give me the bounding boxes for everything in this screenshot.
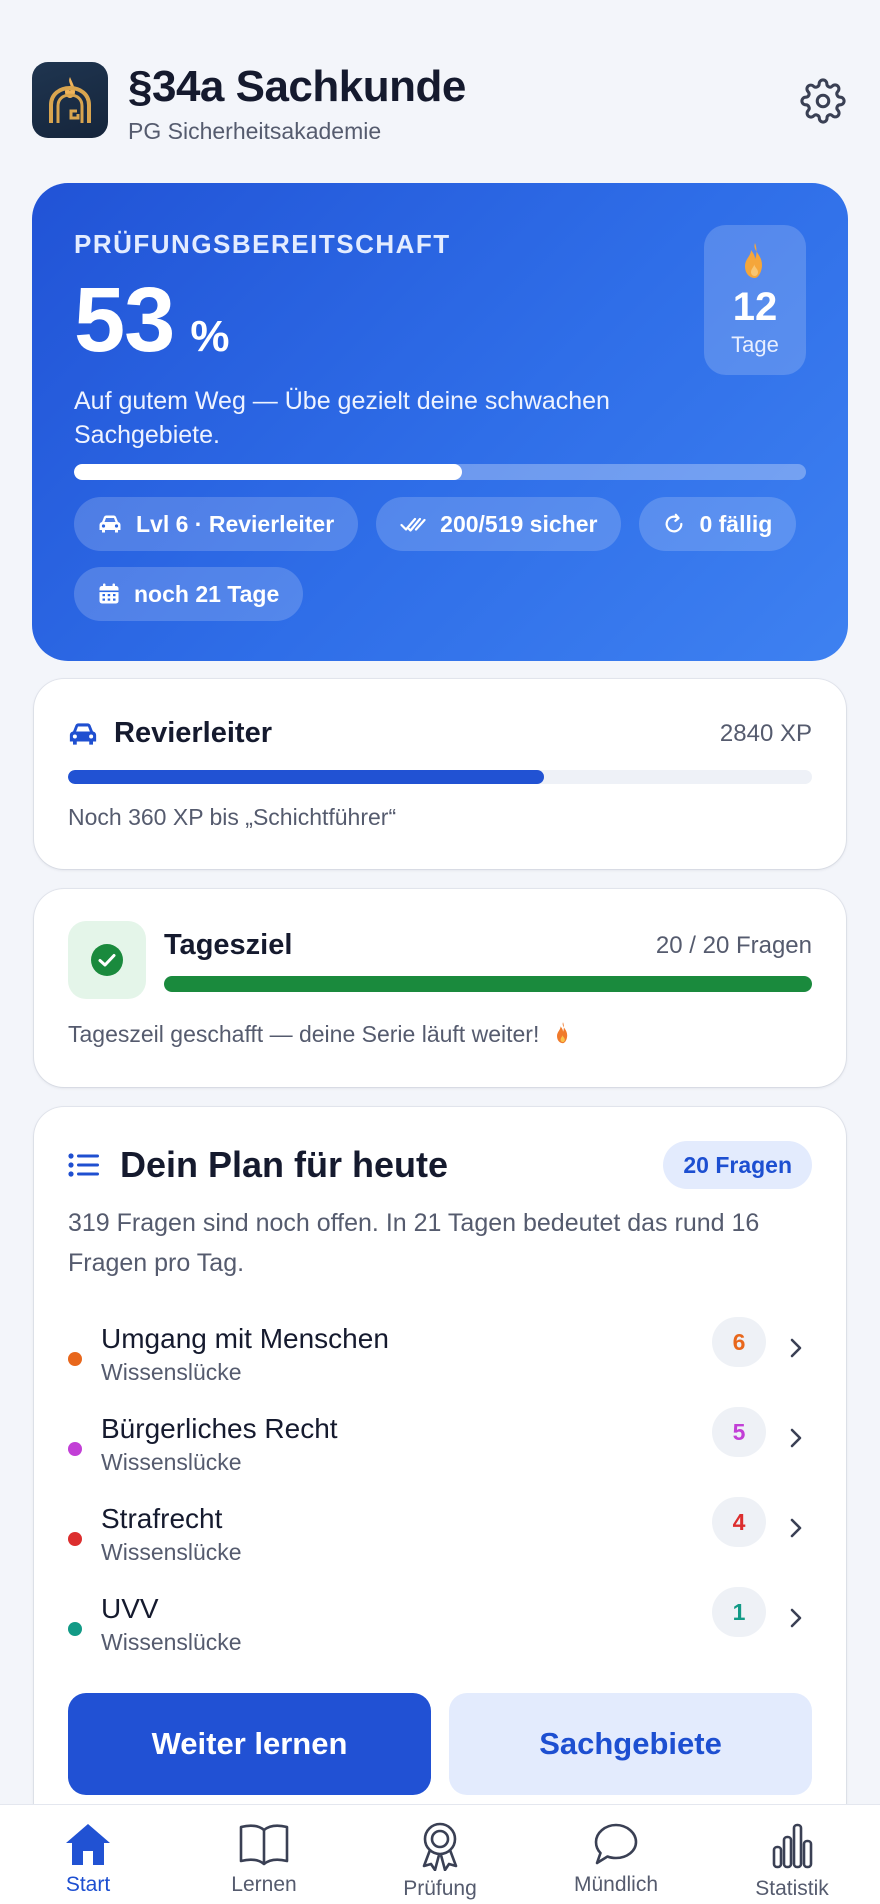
streak-badge: 12 Tage (704, 225, 806, 375)
chip-due-label: 0 fällig (699, 510, 773, 537)
nav-statistik[interactable]: Statistik (704, 1805, 880, 1904)
goal-title: Tagesziel (164, 929, 293, 961)
level-note: Noch 360 XP bis „Schichtführer“ (68, 804, 397, 830)
goal-check-badge (68, 921, 146, 999)
nav-label: Lernen (231, 1873, 297, 1896)
goal-progress-fill (164, 976, 812, 992)
plan-item-buergerliches-recht[interactable]: Bürgerliches Recht Wissenslücke 5 (68, 1399, 812, 1489)
level-name: Revierleiter (114, 717, 272, 749)
list-icon (68, 1153, 99, 1177)
bar-chart-icon (772, 1823, 813, 1869)
flame-icon (556, 1022, 567, 1044)
shield-flame-logo-icon (49, 77, 91, 123)
plan-item-strafrecht[interactable]: Strafrecht Wissenslücke 4 (68, 1489, 812, 1579)
plan-item-name: Strafrecht (101, 1502, 223, 1534)
nav-pruefung[interactable]: Prüfung (352, 1805, 528, 1904)
plan-item-sub: Wissenslücke (101, 1448, 242, 1475)
nav-label: Prüfung (403, 1877, 477, 1900)
daily-plan-card: Dein Plan für heute 20 Fragen 319 Fragen… (34, 1107, 846, 1904)
goal-note: Tageszeil geschafft — deine Serie läuft … (68, 1021, 812, 1048)
nav-label: Start (65, 1873, 111, 1896)
app-subtitle: PG Sicherheitsakademie (128, 118, 382, 144)
chip-level-label: Lvl 6 · Revierleiter (136, 510, 335, 537)
readiness-label: PRÜFUNGSBEREITSCHAFT (74, 229, 451, 259)
calendar-icon (99, 583, 119, 604)
app-logo (32, 62, 108, 138)
plan-badge: 20 Fragen (663, 1141, 812, 1189)
book-icon (239, 1824, 289, 1866)
plan-list: Umgang mit Menschen Wissenslücke 6 Bürge… (68, 1309, 812, 1669)
goal-count: 20 / 20 Fragen (655, 931, 812, 959)
car-icon (69, 722, 97, 745)
app-title: §34a Sachkunde (128, 62, 466, 111)
app-header: §34a Sachkunde PG Sicherheitsakademie (32, 62, 848, 152)
category-dot (68, 1442, 82, 1456)
check-circle-icon (91, 944, 123, 976)
level-xp: 2840 XP (719, 719, 812, 747)
plan-item-count: 1 (712, 1587, 766, 1637)
chevron-right-icon (784, 1601, 808, 1635)
plan-item-umgang[interactable]: Umgang mit Menschen Wissenslücke 6 (68, 1309, 812, 1399)
goal-note-text: Tageszeil geschafft — deine Serie läuft … (68, 1021, 540, 1047)
chevron-right-icon (784, 1511, 808, 1545)
level-progress-bar (68, 770, 812, 784)
home-screen: §34a Sachkunde PG Sicherheitsakademie PR… (0, 0, 880, 1904)
goal-progress-bar (164, 976, 812, 992)
nav-start[interactable]: Start (0, 1805, 176, 1904)
readiness-progress-bar (74, 464, 806, 480)
subject-areas-button[interactable]: Sachgebiete (449, 1693, 812, 1795)
plan-item-name: Bürgerliches Recht (101, 1412, 338, 1444)
readiness-chips: Lvl 6 · Revierleiter 200/519 sicher 0 fä… (74, 497, 806, 621)
chip-level[interactable]: Lvl 6 · Revierleiter (74, 497, 359, 551)
plan-item-name: Umgang mit Menschen (101, 1322, 389, 1354)
category-dot (68, 1532, 82, 1546)
refresh-icon (666, 513, 683, 533)
streak-value: 12 (732, 285, 778, 329)
readiness-message: Auf gutem Weg — Übe gezielt deine schwac… (74, 387, 610, 449)
continue-learning-button[interactable]: Weiter lernen (68, 1693, 431, 1795)
nav-lernen[interactable]: Lernen (176, 1805, 352, 1904)
plan-item-sub: Wissenslücke (101, 1538, 242, 1565)
home-icon (66, 1824, 110, 1865)
plan-item-sub: Wissenslücke (101, 1628, 242, 1655)
chip-mastered-label: 200/519 sicher (440, 510, 598, 537)
chevron-right-icon (784, 1331, 808, 1365)
settings-button[interactable] (798, 76, 848, 126)
plan-item-sub: Wissenslücke (101, 1358, 242, 1385)
streak-label: Tage (731, 332, 779, 357)
level-progress-fill (68, 770, 545, 784)
plan-item-name: UVV (101, 1592, 159, 1624)
gear-icon (800, 78, 846, 124)
nav-muendlich[interactable]: Mündlich (528, 1805, 704, 1904)
nav-label: Mündlich (573, 1873, 659, 1896)
chip-days-left[interactable]: noch 21 Tage (74, 567, 304, 621)
chip-due[interactable]: 0 fällig (639, 497, 797, 551)
plan-item-count: 5 (712, 1407, 766, 1457)
plan-title: Dein Plan für heute (120, 1144, 449, 1185)
car-icon (99, 515, 121, 533)
readiness-progress-fill (74, 464, 462, 480)
chip-days-left-label: noch 21 Tage (134, 580, 280, 607)
plan-item-count: 6 (712, 1317, 766, 1367)
bottom-navigation: Start Lernen Prüfung Mündlich Statistik (0, 1804, 880, 1904)
category-dot (68, 1352, 82, 1366)
readiness-score: 53 % (74, 274, 806, 366)
readiness-card: PRÜFUNGSBEREITSCHAFT 53 % Auf gutem Weg … (32, 183, 848, 661)
award-icon (422, 1822, 458, 1871)
nav-label: Statistik (755, 1877, 829, 1900)
flame-icon (745, 243, 762, 278)
category-dot (68, 1622, 82, 1636)
daily-goal-card[interactable]: Tagesziel 20 / 20 Fragen Tageszeil gesch… (34, 889, 846, 1087)
chip-mastered[interactable]: 200/519 sicher (376, 497, 622, 551)
plan-description: 319 Fragen sind noch offen. In 21 Tagen … (68, 1209, 760, 1277)
chat-bubble-icon (594, 1823, 638, 1865)
readiness-value: 53 (74, 269, 175, 371)
level-card[interactable]: Revierleiter 2840 XP Noch 360 XP bis „Sc… (34, 679, 846, 869)
plan-item-count: 4 (712, 1497, 766, 1547)
double-check-icon (400, 517, 426, 532)
readiness-unit: % (190, 312, 230, 361)
chevron-right-icon (784, 1421, 808, 1455)
plan-item-uvv[interactable]: UVV Wissenslücke 1 (68, 1579, 812, 1669)
